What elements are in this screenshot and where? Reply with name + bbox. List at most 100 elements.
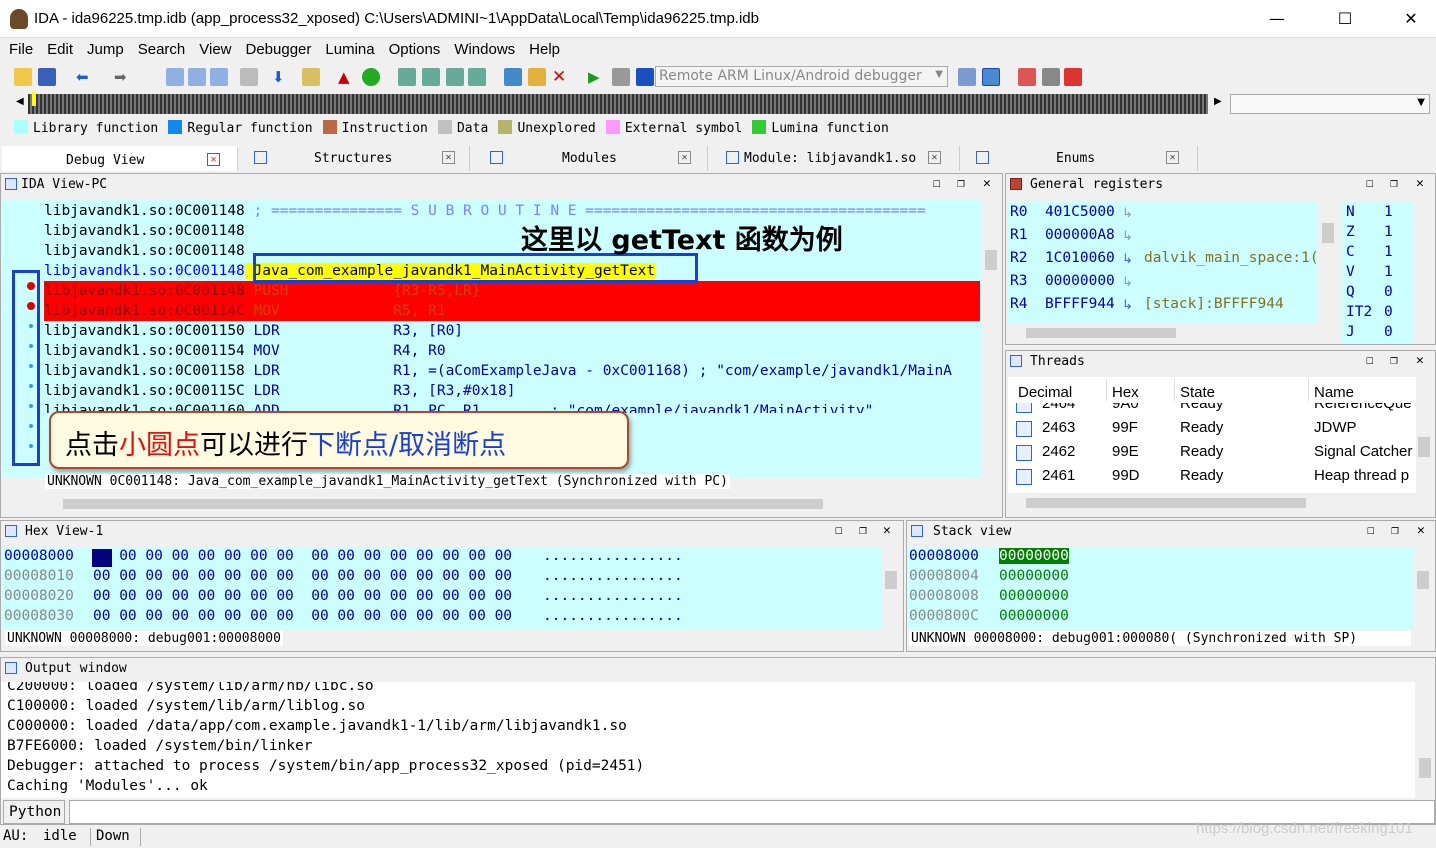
menu-jump[interactable]: Jump (87, 38, 124, 58)
restore-icon[interactable]: ☐ (1366, 353, 1374, 368)
table-row[interactable]: 2461 99D Ready Heap thread p (1008, 465, 1416, 489)
vertical-scrollbar[interactable] (1416, 201, 1432, 343)
jump-arrow-icon[interactable]: ↳ (1122, 298, 1133, 313)
hex-row[interactable]: 00008000 (4, 548, 74, 564)
stack-value[interactable]: 00000000 (999, 608, 1069, 624)
menu-file[interactable]: File (9, 38, 33, 58)
tab-enums[interactable]: Enums ✕ (962, 146, 1198, 171)
table-row[interactable]: 2463 99F Ready JDWP (1008, 417, 1416, 441)
stack-list[interactable]: 00008000 00008004 00008008 0000800C 0000… (907, 547, 1413, 629)
data-icon[interactable] (446, 68, 464, 86)
flag-row[interactable]: V (1346, 264, 1355, 280)
hex-ascii[interactable]: ................ (543, 548, 683, 564)
hex-bytes[interactable]: 00 00 00 00 00 00 00 00 00 00 00 00 00 0… (93, 548, 512, 564)
start-debug-icon[interactable]: ▶ (588, 68, 606, 86)
close-icon[interactable]: ✕ (1416, 353, 1424, 368)
pause-icon[interactable] (612, 68, 630, 86)
hex-row[interactable]: 00008010 (4, 568, 74, 584)
column-header-decimal[interactable]: Decimal (1018, 384, 1072, 401)
stack-row[interactable]: 00008008 (909, 588, 979, 604)
stack-value[interactable]: 00000000 (999, 568, 1069, 584)
float-icon[interactable]: ❐ (1390, 353, 1398, 368)
code-line[interactable]: libjavandk1.so:0C001154 MOV R4, R0 (44, 341, 980, 361)
menu-options[interactable]: Options (389, 38, 441, 58)
open-icon[interactable] (14, 68, 32, 86)
struct-icon[interactable] (422, 68, 440, 86)
close-icon[interactable]: ✕ (983, 176, 991, 191)
scroll-thumb[interactable] (1026, 328, 1176, 338)
debugger-select[interactable]: Remote ARM Linux/Android debugger ▼ (655, 66, 948, 87)
tab-module-libjavandk1[interactable]: Module: libjavandk1.so ✕ (710, 146, 960, 171)
hex-ascii[interactable]: ................ (543, 588, 683, 604)
warning-icon[interactable]: ▲ (338, 68, 356, 86)
stack-row[interactable]: 00008000 (909, 548, 979, 564)
restore-icon[interactable]: ☐ (835, 523, 843, 538)
float-icon[interactable]: ❐ (1390, 176, 1398, 191)
jump-arrow-icon[interactable]: ↳ (1122, 252, 1133, 267)
search-next-icon[interactable] (210, 68, 228, 86)
register-row[interactable]: R4 BFFFF944 (1010, 296, 1115, 312)
stack-value[interactable]: 00000000 (999, 588, 1069, 604)
forward-icon[interactable]: ➡ (114, 68, 132, 86)
flag-row[interactable]: Z (1346, 224, 1355, 240)
table-row[interactable]: 2462 99E Ready Signal Catcher (1008, 441, 1416, 465)
code-line[interactable]: libjavandk1.so:0C001150 LDR R3, [R0] (44, 321, 980, 341)
tab-modules[interactable]: Modules ✕ (472, 146, 708, 171)
scroll-thumb[interactable] (1026, 498, 1306, 508)
maximize-button[interactable]: ☐ (1322, 0, 1368, 38)
close-icon[interactable]: ✕ (207, 153, 220, 166)
threads-table[interactable]: Decimal Hex State Name 2464 9A0 Ready Re… (1008, 377, 1416, 493)
output-log[interactable]: C200000: loaded /system/lib/arm/nb/libc.… (1, 682, 1415, 798)
table-row[interactable]: 2464 9A0 Ready ReferenceQue (1008, 403, 1416, 417)
register-row[interactable]: R2 1C010060 (1010, 250, 1115, 266)
hex-bytes[interactable]: 00 00 00 00 00 00 00 00 00 00 00 00 00 0… (93, 608, 512, 624)
nav-left-arrow-icon[interactable]: ◀ (16, 96, 24, 107)
close-icon[interactable]: ✕ (1166, 151, 1179, 164)
close-icon[interactable]: ✕ (1417, 523, 1425, 538)
code-line-breakpoint[interactable]: libjavandk1.so:0C00114C MOV R5, R1 (44, 301, 980, 321)
vertical-scrollbar[interactable] (1415, 547, 1431, 651)
scroll-thumb[interactable] (885, 571, 897, 589)
register-row[interactable]: R0 401C5000 (1010, 204, 1115, 220)
register-list[interactable]: R0 401C5000 R1 000000A8 R2 1C010060 R3 0… (1008, 201, 1318, 323)
close-icon[interactable]: ✕ (678, 151, 691, 164)
flag-row[interactable]: J (1346, 324, 1355, 340)
hex-dump[interactable]: 00008000 00008010 00008020 00008030 00 0… (1, 547, 881, 629)
horizontal-scrollbar[interactable] (43, 496, 981, 512)
flag-row[interactable]: C (1346, 244, 1355, 260)
scroll-thumb[interactable] (985, 250, 997, 270)
hex-ascii[interactable]: ................ (543, 608, 683, 624)
jump-arrow-icon[interactable]: ↳ (1122, 229, 1133, 244)
restore-icon[interactable]: ☐ (1366, 176, 1374, 191)
attach-icon[interactable] (958, 68, 976, 86)
register-note[interactable]: [stack]:BFFFF944 (1144, 296, 1284, 312)
tab-debug-view[interactable]: Debug View ✕ (2, 146, 238, 171)
float-icon[interactable]: ❐ (859, 523, 867, 538)
close-icon[interactable]: ✕ (442, 151, 455, 164)
jump-arrow-icon[interactable]: ↳ (1122, 206, 1133, 221)
flag-row[interactable]: Q (1346, 284, 1355, 300)
menu-help[interactable]: Help (529, 38, 560, 58)
menu-view[interactable]: View (199, 38, 231, 58)
detach-icon[interactable] (982, 68, 1000, 86)
python-button[interactable]: Python (3, 800, 65, 824)
delete-icon[interactable]: ✕ (552, 68, 570, 86)
jump-arrow-icon[interactable]: ↳ (1122, 275, 1133, 290)
hex-ascii[interactable]: ................ (543, 568, 683, 584)
tab-structures[interactable]: Structures ✕ (240, 146, 470, 171)
horizontal-scrollbar[interactable] (1008, 495, 1416, 511)
column-header-name[interactable]: Name (1314, 384, 1354, 401)
jump-down-icon[interactable]: ⬇ (272, 68, 290, 86)
flags-list[interactable]: N 1 Z 1 C 1 V 1 Q 0 IT2 0 J 0 (1342, 201, 1414, 343)
close-icon[interactable]: ✕ (928, 151, 941, 164)
close-icon[interactable]: ✕ (883, 523, 891, 538)
breakpoint-delete-icon[interactable] (1064, 68, 1082, 86)
back-icon[interactable]: ⬅ (76, 68, 94, 86)
search-icon[interactable] (302, 68, 320, 86)
code-line[interactable]: libjavandk1.so:0C001158 LDR R1, =(aComEx… (44, 361, 980, 381)
register-row[interactable]: R1 000000A8 (1010, 227, 1115, 243)
scroll-thumb[interactable] (1419, 758, 1431, 778)
hex-row[interactable]: 00008020 (4, 588, 74, 604)
stack-row[interactable]: 00008004 (909, 568, 979, 584)
stack-row[interactable]: 0000800C (909, 608, 979, 624)
